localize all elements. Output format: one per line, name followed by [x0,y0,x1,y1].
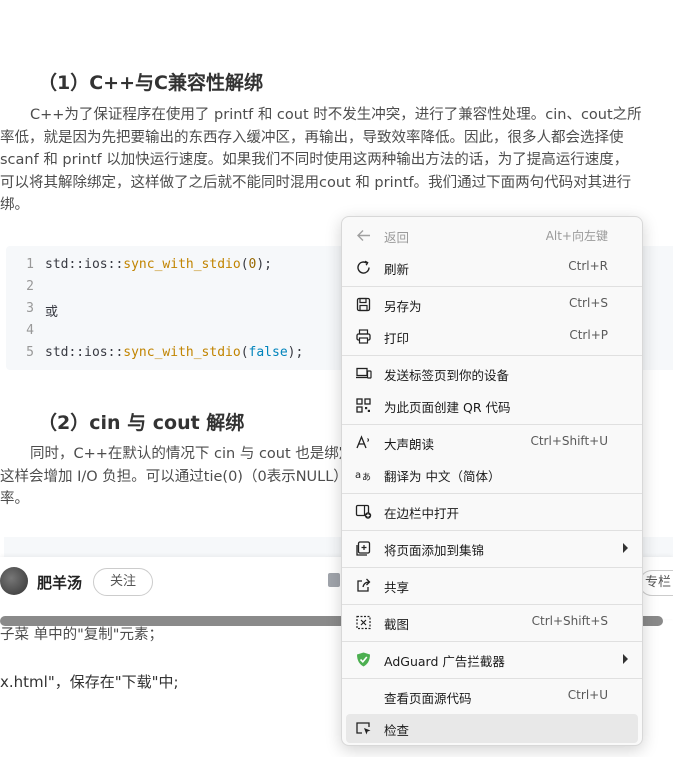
line-number: 5 [26,345,34,360]
menu-item-save-as[interactable]: 另存为 Ctrl+S [346,290,638,319]
paragraph-line: 绑。 [0,197,29,213]
menu-item-label: 在边栏中打开 [384,506,460,521]
menu-separator [342,567,642,568]
adguard-shield-icon [357,652,370,667]
paragraph-line: 率低，就是因为先把要输出的东西存入缓冲区，再输出，导致效率降低。因此，很多人都会… [0,129,624,146]
menu-item-translate[interactable]: aあ 翻译为 中文（简体） [346,460,638,489]
paragraph-1: C++为了保证程序在使用了 printf 和 cout 时不发生冲突，进行了兼容… [0,104,673,217]
menu-item-add-to-collections[interactable]: 将页面添加到集锦 [346,534,638,563]
svg-text:a: a [355,470,361,481]
menu-separator [342,424,642,425]
save-icon [356,297,371,312]
sidebar-icon [355,504,372,519]
follow-button[interactable]: 关注 [93,568,153,596]
menu-item-label: 翻译为 中文（简体） [384,469,501,484]
column-button[interactable]: 专栏 [639,570,673,596]
menu-item-shortcut: Alt+向左键 [545,229,608,243]
menu-item-share[interactable]: 共享 [346,571,638,600]
devices-icon [356,367,372,379]
menu-item-shortcut: Ctrl+Shift+U [530,434,608,448]
code-function: sync_with_stdio [123,257,241,272]
menu-separator [342,286,642,287]
svg-text:あ: あ [362,472,371,483]
menu-item-label: 打印 [384,331,410,346]
menu-item-read-aloud[interactable]: 大声朗读 Ctrl+Shift+U [346,428,638,457]
menu-item-label: 刷新 [384,262,410,277]
avatar[interactable] [0,567,28,595]
code-namespace: std::ios:: [45,257,124,272]
menu-item-label: 共享 [384,580,410,595]
code-function: sync_with_stdio [123,345,241,360]
line-number: 2 [26,279,34,294]
line-number: 3 [26,301,34,316]
code-paren: ( [240,345,249,360]
translate-icon: aあ [355,470,371,483]
back-arrow-icon [357,230,370,241]
menu-item-qr-code[interactable]: 为此页面创建 QR 代码 [346,391,638,420]
menu-item-label: 截图 [384,617,410,632]
body-text-fragment: x.html"，保存在"下载"中; [0,673,179,691]
menu-item-send-tab[interactable]: 发送标签页到你的设备 [346,359,638,388]
paragraph-line: 可以将其解除绑定，这样做了之后就不能同时混用cout 和 printf。我们通过… [0,174,632,191]
paragraph-line: scanf 和 printf 以加快运行速度。如果我们不同时使用这两种输出方法的… [0,152,629,168]
menu-item-label: 发送标签页到你的设备 [384,368,510,383]
menu-item-shortcut: Ctrl+U [567,688,608,702]
menu-separator [342,493,642,494]
menu-item-screenshot[interactable]: 截图 Ctrl+Shift+S [346,608,638,637]
menu-item-shortcut: Ctrl+P [569,328,608,342]
author-name[interactable]: 肥羊汤 [37,572,82,593]
code-arg: false [248,345,288,360]
menu-item-shortcut: Ctrl+R [568,259,608,273]
menu-separator [342,355,642,356]
qr-code-icon [356,398,371,413]
menu-item-label: 大声朗读 [384,437,435,452]
code-line-1: std::ios::sync_with_stdio(0); [45,257,272,272]
menu-item-view-source[interactable]: 查看页面源代码 Ctrl+U [346,682,638,711]
menu-item-inspect[interactable]: 检查 [346,714,638,743]
screenshot-icon [356,615,371,630]
menu-item-adguard[interactable]: AdGuard 广告拦截器 [346,645,638,674]
print-icon [356,329,371,344]
menu-separator [342,641,642,642]
menu-item-label: 返回 [384,230,410,245]
paragraph-line: C++为了保证程序在使用了 printf 和 cout 时不发生冲突，进行了兼容… [30,107,642,123]
menu-item-shortcut: Ctrl+S [568,296,608,310]
section-heading-2: （2）cin 与 cout 解绑 [38,412,245,434]
menu-item-label: 将页面添加到集锦 [384,543,485,558]
menu-item-back[interactable]: 返回 Alt+向左键 [346,221,638,250]
code-namespace: std::ios:: [45,345,124,360]
menu-separator [342,530,642,531]
line-number: 1 [26,257,34,272]
code-line-5: std::ios::sync_with_stdio(false); [45,345,303,360]
share-icon [357,578,371,592]
submenu-arrow-icon [623,654,628,664]
refresh-icon [357,260,370,274]
code-line-3: 或 [45,305,59,320]
menu-item-label: 检查 [384,723,410,738]
read-aloud-icon [356,435,370,449]
menu-item-label: 另存为 [384,299,422,314]
line-number: 4 [26,323,34,338]
code-close: ); [256,257,272,272]
like-icon[interactable] [328,573,340,587]
code-close: ); [287,345,304,360]
menu-item-label: 为此页面创建 QR 代码 [384,400,511,415]
menu-separator [342,678,642,679]
code-paren: ( [240,257,249,272]
submenu-arrow-icon [623,543,628,553]
menu-item-shortcut: Ctrl+Shift+S [531,614,608,628]
menu-item-label: AdGuard 广告拦截器 [384,654,505,669]
inspect-icon [356,722,371,735]
collections-icon [356,541,371,556]
menu-separator [342,604,642,605]
menu-item-open-sidebar[interactable]: 在边栏中打开 [346,497,638,526]
context-menu: 返回 Alt+向左键 刷新 Ctrl+R 另存为 Ctrl+S 打印 Ctrl+… [341,216,643,746]
menu-item-refresh[interactable]: 刷新 Ctrl+R [346,253,638,282]
menu-item-print[interactable]: 打印 Ctrl+P [346,322,638,351]
section-heading-1: （1）C++与C兼容性解绑 [38,72,263,94]
body-text-fragment: 子菜 单中的"复制"元素； [0,627,163,643]
menu-item-label: 查看页面源代码 [384,691,472,706]
